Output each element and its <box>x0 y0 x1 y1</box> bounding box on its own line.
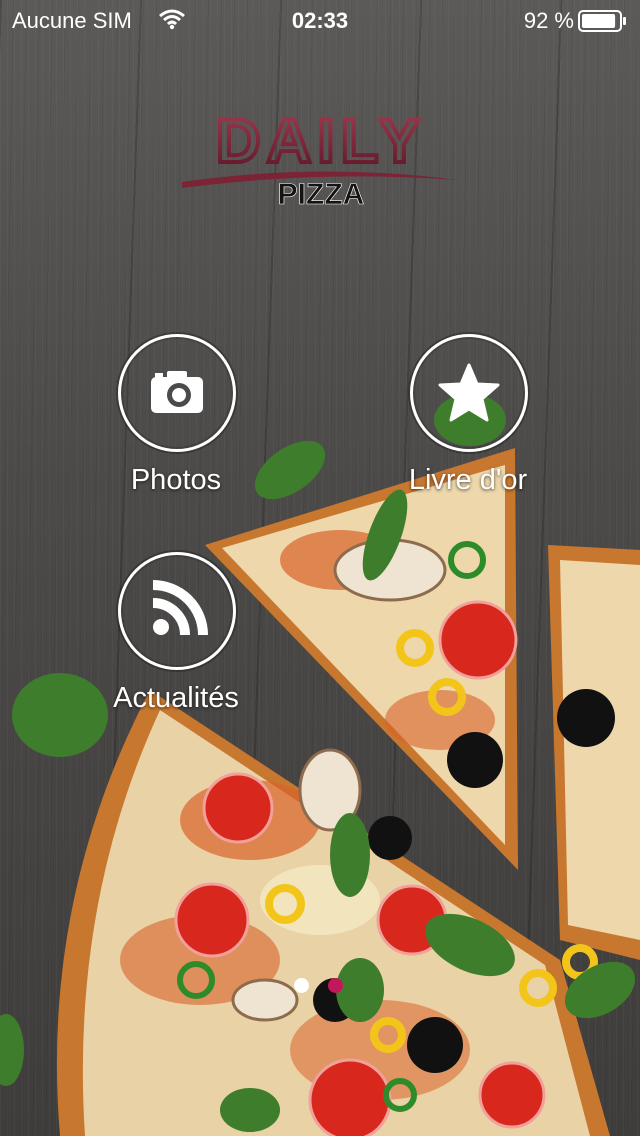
battery-percent: 92 % <box>523 8 574 33</box>
camera-icon <box>151 371 203 413</box>
star-icon <box>438 363 500 422</box>
rss-icon <box>152 580 208 636</box>
logo-sub-text: PIZZA <box>278 178 365 211</box>
battery-icon <box>578 10 628 38</box>
news-label: Actualités <box>113 682 239 714</box>
guestbook-button[interactable]: Livre d'or <box>388 334 548 514</box>
page-dot[interactable] <box>328 978 343 993</box>
photos-circle <box>118 334 236 452</box>
news-circle <box>118 552 236 670</box>
daily-pizza-logo: DAILY PIZZA <box>176 104 466 214</box>
photos-label: Photos <box>130 464 222 496</box>
logo-main-text: DAILY <box>216 107 426 176</box>
status-bar: Aucune SIM 02:33 92 % <box>0 0 640 40</box>
page-dot[interactable] <box>294 978 309 993</box>
photos-button[interactable]: Photos <box>96 334 256 514</box>
guestbook-circle <box>410 334 528 452</box>
page-indicator[interactable] <box>292 978 352 994</box>
news-button[interactable]: Actualités <box>96 552 256 732</box>
guestbook-label: Livre d'or <box>408 464 528 496</box>
